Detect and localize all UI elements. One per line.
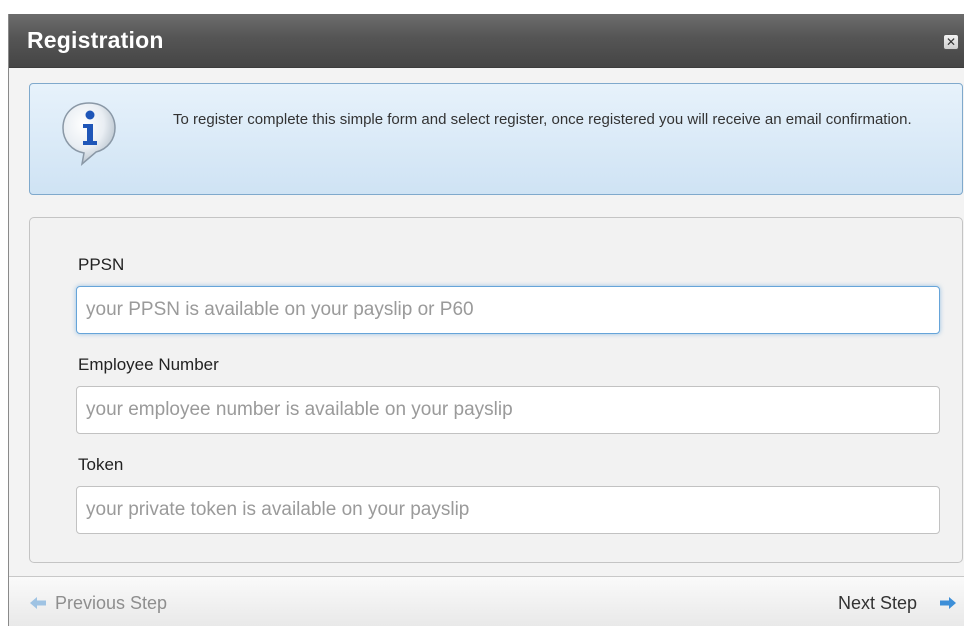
registration-dialog: Registration ✕ To register complete this…: [8, 14, 964, 626]
dialog-title: Registration: [27, 27, 164, 53]
next-step-button[interactable]: Next Step: [838, 591, 957, 615]
page: Registration ✕ To register complete this…: [0, 0, 964, 626]
token-label: Token: [78, 455, 124, 474]
token-input[interactable]: [76, 486, 940, 534]
info-icon: [62, 102, 116, 166]
arrow-left-icon: [30, 597, 46, 609]
employee-number-input[interactable]: [76, 386, 940, 434]
arrow-right-icon: [940, 597, 956, 609]
dialog-titlebar: Registration ✕: [9, 14, 964, 68]
employee-number-label: Employee Number: [78, 355, 219, 374]
ppsn-input[interactable]: [76, 286, 940, 334]
registration-form: PPSN Employee Number Token: [29, 217, 963, 563]
dialog-footer: Previous Step Next Step: [9, 576, 964, 626]
info-message-box: To register complete this simple form an…: [29, 83, 963, 195]
close-icon[interactable]: ✕: [943, 34, 959, 50]
previous-step-button[interactable]: Previous Step: [29, 591, 167, 615]
ppsn-label: PPSN: [78, 255, 125, 274]
next-step-label: Next Step: [837, 592, 917, 613]
info-message-text: To register complete this simple form an…: [173, 111, 912, 128]
previous-step-label: Previous Step: [55, 592, 168, 613]
